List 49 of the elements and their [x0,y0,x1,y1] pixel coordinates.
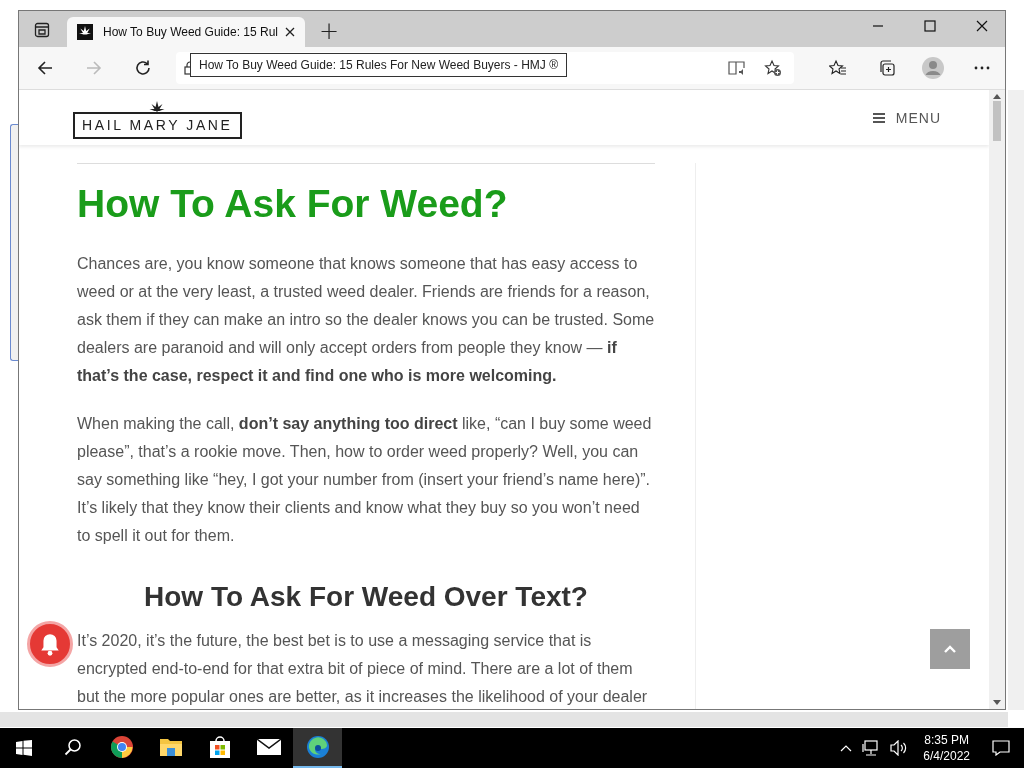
search-icon [63,738,82,756]
collections-icon[interactable] [878,59,896,77]
paragraph: It’s 2020, it’s the future, the best bet is to use a messaging service that is encrypted end-to-end for that extra bit of piece of mind. There are a lot of them but the more popular ones are better, as it increases the likelihood of your dealer [77,631,649,707]
browser-tab[interactable]: How To Buy Weed Guide: 15 Rul [67,17,305,47]
close-icon[interactable] [285,27,295,37]
scrollbar[interactable] [989,90,1005,709]
folder-icon [158,736,183,758]
edge-browser-icon [305,735,330,759]
clock[interactable]: 8:35 PM 6/4/2022 [923,732,970,764]
section-heading: How To Ask For Weed Over Text? [143,580,589,614]
maximize-icon[interactable] [924,20,936,32]
leaf-icon [77,24,93,40]
article-heading: How To Ask For Weed? [77,181,509,227]
scroll-up-icon[interactable] [993,94,1001,99]
leaf-icon [149,100,166,113]
tooltip: How To Buy Weed Guide: 15 Rules For New Weed Buyers - HMJ ® [190,53,567,77]
clock-time: 8:35 PM [924,732,969,748]
scroll-down-icon[interactable] [993,700,1001,705]
taskbar-button[interactable] [293,728,342,768]
add-favorite-icon[interactable] [764,59,782,77]
back-icon[interactable] [36,59,54,77]
volume-icon[interactable] [890,740,909,756]
chrome-browser-icon [109,735,134,759]
tab-actions-icon[interactable] [34,22,50,38]
close-icon[interactable] [976,20,988,32]
clock-date: 6/4/2022 [923,748,970,764]
envelope-icon [256,738,281,756]
tab-title: How To Buy Weed Guide: 15 Rul [103,25,279,39]
scrollbar-thumb[interactable] [993,101,1001,141]
network-icon[interactable] [862,740,881,756]
start-icon[interactable] [16,740,32,756]
paragraph: Chances are, you know someone that knows someone that has easy access to weed or at the very least, a trusted weed dealer. Friends are friends for a reason, ask them if they can make an intro so the dealer knows you can be trusted. Some dealers are paranoid and will only accept orders from people they know — if that’s the case, respect it and find one who is more welcoming. [77,254,655,386]
paragraph: When making the call, don’t say anything too direct like, “can I buy some weed please”, that’s a rookie move. Then, how to order weed properly? Well, you can say something like “hey, I got your number from (insert your friend’s name here)”. It’s likely that they know their clients and know what they buy so you won’t need to spell it out for them. [77,414,653,546]
new-tab-button[interactable]: + [311,18,348,44]
bell-icon [39,632,61,656]
favorites-icon[interactable] [829,59,847,77]
refresh-icon[interactable] [134,59,152,77]
chevron-up-icon[interactable] [840,744,853,752]
more-options-icon[interactable] [973,66,991,70]
notifications-icon[interactable] [992,740,1010,756]
menu-button[interactable]: MENU [872,109,941,126]
notification-bell-button[interactable] [27,621,73,667]
chevron-up-icon [944,645,956,653]
site-logo[interactable]: HAIL MARY JANE [73,100,242,139]
store-bag-icon [208,735,231,759]
immersive-reader-icon[interactable] [728,59,746,77]
menu-icon [872,112,885,123]
logo-text: HAIL MARY JANE [73,111,242,139]
profile-avatar-icon[interactable] [922,57,944,79]
